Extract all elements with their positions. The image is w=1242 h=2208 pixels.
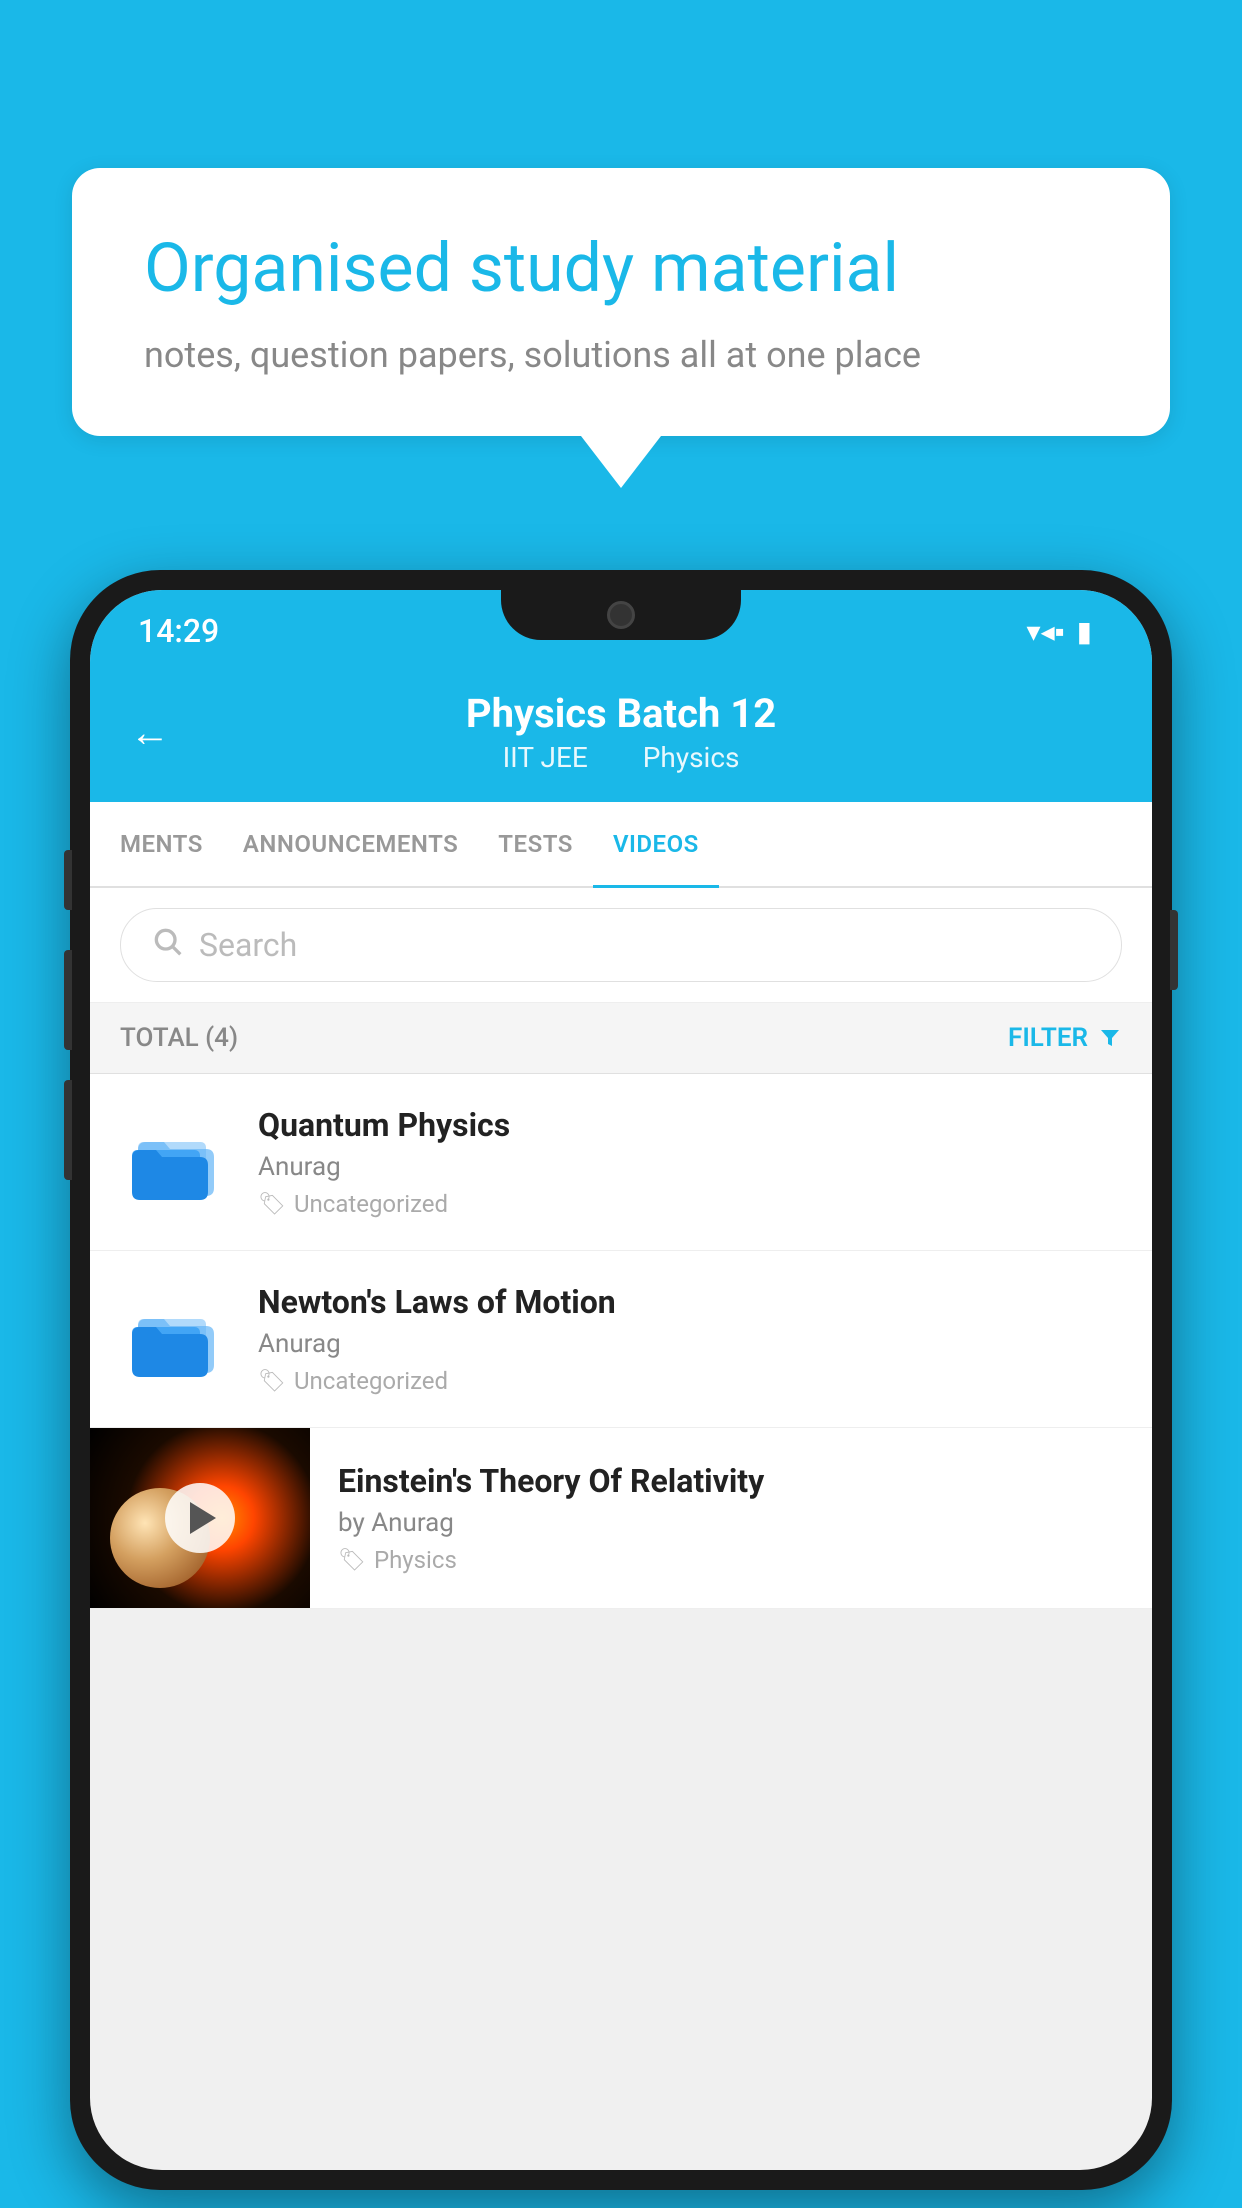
filter-bar: TOTAL (4) FILTER — [90, 1003, 1152, 1074]
video-tag: 🏷 Uncategorized — [258, 1367, 1122, 1395]
volume-down-button — [64, 1080, 72, 1180]
tab-ments[interactable]: MENTS — [100, 802, 223, 886]
power-button — [1170, 910, 1178, 990]
speech-bubble-section: Organised study material notes, question… — [72, 168, 1170, 488]
phone-mockup: 14:29 ▾◂▪ ▮ ← Physics Batch 12 IIT JEE P… — [70, 570, 1172, 2190]
folder-icon — [130, 1299, 220, 1379]
list-item[interactable]: Newton's Laws of Motion Anurag 🏷 Uncateg… — [90, 1251, 1152, 1428]
bubble-title: Organised study material — [144, 228, 1098, 310]
list-item[interactable]: Quantum Physics Anurag 🏷 Uncategorized — [90, 1074, 1152, 1251]
video-tag: 🏷 Physics — [338, 1546, 1122, 1574]
tab-tests[interactable]: TESTS — [478, 802, 593, 886]
play-button[interactable] — [165, 1483, 235, 1553]
back-button[interactable]: ← — [130, 709, 170, 756]
filter-label: FILTER — [1008, 1023, 1088, 1053]
video-author: by Anurag — [338, 1508, 1122, 1538]
list-item[interactable]: Einstein's Theory Of Relativity by Anura… — [90, 1428, 1152, 1609]
play-triangle-icon — [190, 1502, 216, 1534]
header-subtitle-iitjee: IIT JEE — [503, 741, 588, 774]
tab-announcements[interactable]: ANNOUNCEMENTS — [223, 802, 478, 886]
phone-outer-shell: 14:29 ▾◂▪ ▮ ← Physics Batch 12 IIT JEE P… — [70, 570, 1172, 2190]
video-title: Einstein's Theory Of Relativity — [338, 1462, 1122, 1500]
header-title: Physics Batch 12 — [466, 690, 776, 737]
status-icons: ▾◂▪ ▮ — [1027, 615, 1092, 648]
phone-screen: 14:29 ▾◂▪ ▮ ← Physics Batch 12 IIT JEE P… — [90, 590, 1152, 2170]
video-title: Newton's Laws of Motion — [258, 1283, 1122, 1321]
bubble-subtitle: notes, question papers, solutions all at… — [144, 334, 1098, 376]
folder-thumbnail — [120, 1284, 230, 1394]
video-author: Anurag — [258, 1329, 1122, 1359]
tag-label: Uncategorized — [294, 1367, 448, 1395]
filter-icon — [1098, 1026, 1122, 1050]
folder-thumbnail — [120, 1107, 230, 1217]
search-input-wrapper[interactable]: Search — [120, 908, 1122, 982]
bubble-arrow — [581, 436, 661, 488]
tag-icon: 🏷 — [258, 1369, 286, 1394]
speech-bubble-card: Organised study material notes, question… — [72, 168, 1170, 436]
tag-icon: 🏷 — [338, 1548, 366, 1573]
volume-silent-button — [64, 850, 72, 910]
search-icon — [151, 925, 183, 965]
video-author: Anurag — [258, 1152, 1122, 1182]
video-title: Quantum Physics — [258, 1106, 1122, 1144]
tabs-bar: MENTS ANNOUNCEMENTS TESTS VIDEOS — [90, 802, 1152, 888]
wifi-icon: ▾◂▪ — [1027, 615, 1065, 648]
header-center: Physics Batch 12 IIT JEE Physics — [466, 690, 776, 774]
tag-icon: 🏷 — [258, 1192, 286, 1217]
video-info: Newton's Laws of Motion Anurag 🏷 Uncateg… — [258, 1283, 1122, 1395]
folder-icon — [130, 1122, 220, 1202]
status-time: 14:29 — [138, 612, 219, 650]
video-list: Quantum Physics Anurag 🏷 Uncategorized — [90, 1074, 1152, 1609]
search-container: Search — [90, 888, 1152, 1003]
total-count: TOTAL (4) — [120, 1023, 238, 1053]
search-placeholder: Search — [199, 926, 297, 964]
tag-label: Physics — [374, 1546, 457, 1574]
app-header: ← Physics Batch 12 IIT JEE Physics — [90, 662, 1152, 802]
header-subtitle: IIT JEE Physics — [466, 741, 776, 774]
header-subtitle-physics: Physics — [643, 741, 740, 774]
filter-button[interactable]: FILTER — [1008, 1023, 1122, 1053]
video-thumbnail-image — [90, 1428, 310, 1608]
volume-up-button — [64, 950, 72, 1050]
video-info: Einstein's Theory Of Relativity by Anura… — [310, 1438, 1122, 1598]
tab-videos[interactable]: VIDEOS — [593, 802, 719, 886]
tag-label: Uncategorized — [294, 1190, 448, 1218]
video-info: Quantum Physics Anurag 🏷 Uncategorized — [258, 1106, 1122, 1218]
phone-notch — [501, 590, 741, 640]
front-camera — [607, 601, 635, 629]
video-tag: 🏷 Uncategorized — [258, 1190, 1122, 1218]
battery-icon: ▮ — [1077, 615, 1092, 648]
